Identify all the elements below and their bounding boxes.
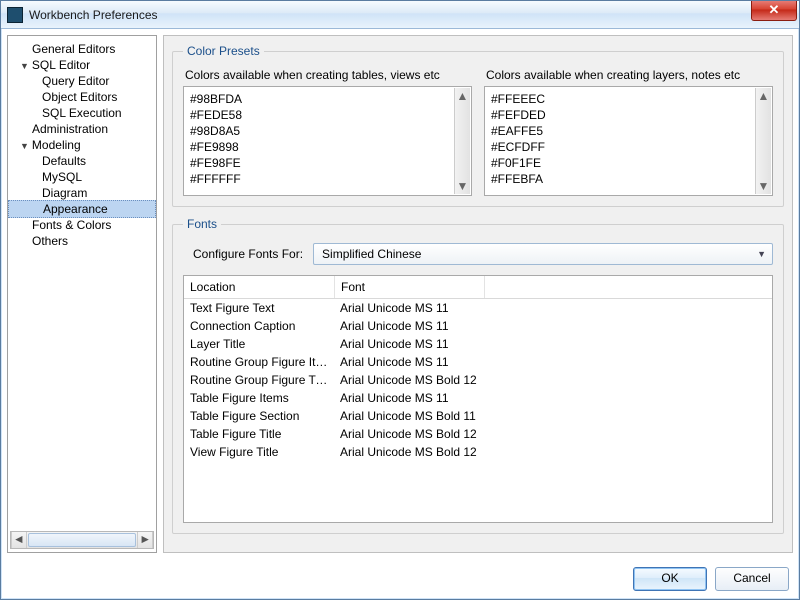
configure-fonts-value: Simplified Chinese bbox=[322, 247, 421, 261]
tree-item-general-editors[interactable]: General Editors bbox=[8, 41, 156, 57]
col-font[interactable]: Font bbox=[334, 276, 484, 298]
fonts-legend: Fonts bbox=[183, 217, 221, 231]
table-row[interactable]: Table Figure SectionArial Unicode MS Bol… bbox=[184, 407, 772, 425]
tree-item-administration[interactable]: Administration bbox=[8, 121, 156, 137]
tree-item-sql-execution[interactable]: SQL Execution bbox=[8, 105, 156, 121]
window-title: Workbench Preferences bbox=[29, 8, 158, 22]
table-row[interactable]: View Figure TitleArial Unicode MS Bold 1… bbox=[184, 443, 772, 461]
preferences-dialog: Workbench Preferences ✕ General Editors … bbox=[0, 0, 800, 600]
scroll-right-icon[interactable]: ► bbox=[137, 532, 153, 548]
title-bar[interactable]: Workbench Preferences ✕ bbox=[1, 1, 799, 29]
listbox-scrollbar[interactable]: ▲▼ bbox=[755, 88, 771, 194]
category-sidebar: General Editors SQL Editor Query Editor … bbox=[7, 35, 157, 553]
dialog-footer: OK Cancel bbox=[1, 559, 799, 599]
fonts-table[interactable]: Location Font Text Figure TextArial Unic… bbox=[183, 275, 773, 523]
tree-item-others[interactable]: Others bbox=[8, 233, 156, 249]
table-row[interactable]: Connection CaptionArial Unicode MS 11 bbox=[184, 317, 772, 335]
tree-item-query-editor[interactable]: Query Editor bbox=[8, 73, 156, 89]
col-location[interactable]: Location bbox=[184, 276, 334, 298]
list-item[interactable]: #FFFFFF bbox=[190, 171, 465, 187]
chevron-down-icon: ▼ bbox=[757, 249, 766, 259]
app-icon bbox=[7, 7, 23, 23]
listbox-scrollbar[interactable]: ▲▼ bbox=[454, 88, 470, 194]
list-item[interactable]: #F0F1FE bbox=[491, 155, 766, 171]
list-item[interactable]: #FEFDED bbox=[491, 107, 766, 123]
tree-item-fonts-colors[interactable]: Fonts & Colors bbox=[8, 217, 156, 233]
table-row[interactable]: Text Figure TextArial Unicode MS 11 bbox=[184, 299, 772, 317]
layers-colors-listbox[interactable]: #FFEEEC #FEFDED #EAFFE5 #ECFDFF #F0F1FE … bbox=[484, 86, 773, 196]
configure-fonts-label: Configure Fonts For: bbox=[193, 247, 303, 261]
list-item[interactable]: #98D8A5 bbox=[190, 123, 465, 139]
table-row[interactable]: Routine Group Figure Ite...Arial Unicode… bbox=[184, 353, 772, 371]
list-item[interactable]: #FFEEEC bbox=[491, 91, 766, 107]
tree-item-modeling[interactable]: Modeling bbox=[8, 137, 156, 153]
tree-item-appearance[interactable]: Appearance bbox=[8, 200, 156, 218]
category-tree[interactable]: General Editors SQL Editor Query Editor … bbox=[8, 37, 156, 253]
layers-colors-label: Colors available when creating layers, n… bbox=[486, 68, 773, 82]
color-presets-legend: Color Presets bbox=[183, 44, 264, 58]
settings-panel: Color Presets Colors available when crea… bbox=[163, 35, 793, 553]
table-row[interactable]: Layer TitleArial Unicode MS 11 bbox=[184, 335, 772, 353]
tree-item-mysql[interactable]: MySQL bbox=[8, 169, 156, 185]
list-item[interactable]: #98BFDA bbox=[190, 91, 465, 107]
table-row[interactable]: Table Figure TitleArial Unicode MS Bold … bbox=[184, 425, 772, 443]
table-row[interactable]: Table Figure ItemsArial Unicode MS 11 bbox=[184, 389, 772, 407]
tree-item-object-editors[interactable]: Object Editors bbox=[8, 89, 156, 105]
scroll-left-icon[interactable]: ◄ bbox=[11, 532, 27, 548]
list-item[interactable]: #FE9898 bbox=[190, 139, 465, 155]
tables-colors-label: Colors available when creating tables, v… bbox=[185, 68, 472, 82]
tree-item-diagram[interactable]: Diagram bbox=[8, 185, 156, 201]
list-item[interactable]: #EAFFE5 bbox=[491, 123, 766, 139]
fonts-table-header[interactable]: Location Font bbox=[184, 276, 772, 299]
scroll-thumb[interactable] bbox=[28, 533, 137, 547]
tree-item-sql-editor[interactable]: SQL Editor bbox=[8, 57, 156, 73]
list-item[interactable]: #FFEBFA bbox=[491, 171, 766, 187]
list-item[interactable]: #FE98FE bbox=[190, 155, 465, 171]
ok-button[interactable]: OK bbox=[633, 567, 707, 591]
list-item[interactable]: #FEDE58 bbox=[190, 107, 465, 123]
fonts-group: Fonts Configure Fonts For: Simplified Ch… bbox=[172, 217, 784, 534]
cancel-button[interactable]: Cancel bbox=[715, 567, 789, 591]
sidebar-scrollbar[interactable]: ◄ ► bbox=[10, 531, 154, 549]
color-presets-group: Color Presets Colors available when crea… bbox=[172, 44, 784, 207]
tree-item-defaults[interactable]: Defaults bbox=[8, 153, 156, 169]
close-button[interactable]: ✕ bbox=[751, 1, 797, 21]
list-item[interactable]: #ECFDFF bbox=[491, 139, 766, 155]
tables-colors-listbox[interactable]: #98BFDA #FEDE58 #98D8A5 #FE9898 #FE98FE … bbox=[183, 86, 472, 196]
configure-fonts-dropdown[interactable]: Simplified Chinese ▼ bbox=[313, 243, 773, 265]
table-row[interactable]: Routine Group Figure TitleArial Unicode … bbox=[184, 371, 772, 389]
col-spacer bbox=[484, 276, 772, 298]
